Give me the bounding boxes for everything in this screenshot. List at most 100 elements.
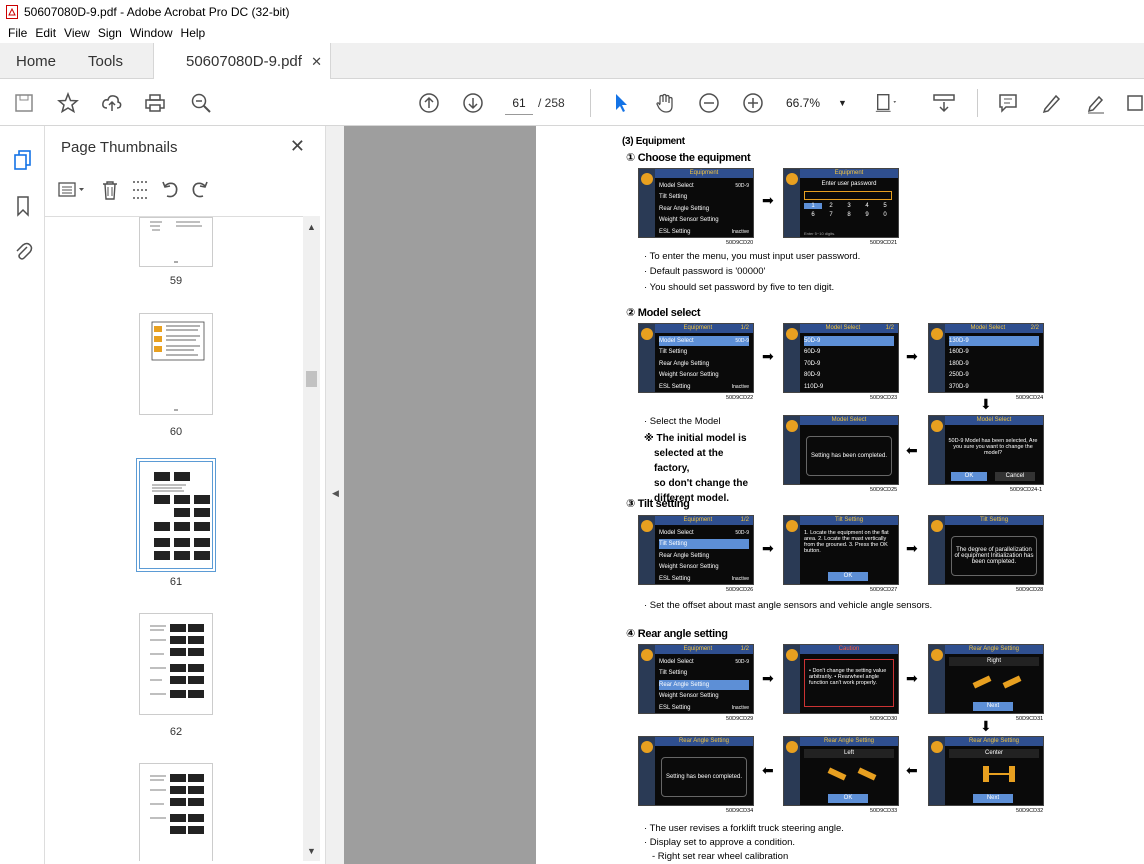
figure-caption: 50D9CD20: [726, 240, 754, 246]
screen-model-confirm: Model Select 50D-9 Model has been select…: [928, 415, 1044, 485]
tab-bar: Home Tools 50607080D-9.pdf ✕: [0, 43, 1144, 80]
acrobat-icon: [6, 4, 18, 19]
arrow-left-icon: ⬅: [762, 762, 774, 778]
page-total: / 258: [538, 96, 565, 110]
page-thumbnail-63[interactable]: [139, 763, 213, 861]
zoom-level: 66.7%: [786, 96, 821, 110]
menu-view[interactable]: View: [60, 26, 94, 40]
document-view[interactable]: (3) Equipment ① Choose the equipment Equ…: [344, 126, 1144, 864]
menu-help[interactable]: Help: [177, 26, 210, 40]
menu-window[interactable]: Window: [126, 26, 177, 40]
upload-cloud-icon[interactable]: [100, 91, 124, 115]
panel-title: Page Thumbnails: [61, 139, 178, 156]
subsection-1: ① Choose the equipment: [626, 152, 751, 164]
scrollbar-thumb[interactable]: [306, 371, 317, 387]
page-thumbnail-59[interactable]: [139, 217, 213, 267]
bullet-text: · The user revises a forklift truck stee…: [644, 823, 844, 834]
menu-sign[interactable]: Sign: [94, 26, 126, 40]
divider: [590, 89, 591, 117]
subsection-2: ② Model select: [626, 307, 701, 319]
comment-icon[interactable]: [996, 91, 1020, 115]
close-icon[interactable]: ✕: [290, 136, 305, 157]
figure-caption: 50D9CD23: [870, 395, 898, 401]
crop-page-icon[interactable]: [125, 177, 155, 203]
figure-caption: 50D9CD27: [870, 587, 898, 593]
page-thumbnail-61[interactable]: [136, 458, 216, 572]
page-thumbnail-60[interactable]: [139, 313, 213, 415]
bullet-text: · Set the offset about mast angle sensor…: [644, 600, 933, 611]
more-tools-icon[interactable]: [1124, 91, 1144, 115]
arrow-left-icon: ⬅: [906, 762, 918, 778]
thumbnail-label: 62: [169, 726, 183, 738]
print-icon[interactable]: [143, 91, 167, 115]
save-icon[interactable]: [12, 91, 36, 115]
thumbnail-options-icon[interactable]: [57, 177, 87, 203]
tab-tools[interactable]: Tools: [88, 43, 123, 79]
rotate-left-icon[interactable]: [155, 177, 185, 203]
scroll-mode-icon[interactable]: [932, 91, 956, 115]
subsection-3: ③ Tilt setting: [626, 498, 690, 510]
sign-pen-icon[interactable]: [1084, 91, 1108, 115]
zoom-level-select[interactable]: 66.7% ▼: [786, 91, 854, 115]
arrow-right-icon: ➡: [762, 540, 774, 556]
bullet-text: · Display set to approve a condition.: [644, 837, 796, 848]
scroll-down-icon[interactable]: ▼: [307, 846, 316, 856]
wheel-graphic: [827, 767, 877, 781]
screen-model-list-1: Model Select 1/2 50D-9 60D-9 70D-9 80D-9 …: [783, 323, 899, 393]
figure-caption: 50D9CD34: [726, 808, 754, 814]
chevron-down-icon: ▼: [838, 98, 847, 108]
tab-home[interactable]: Home: [16, 43, 56, 79]
zoom-in-icon[interactable]: [741, 91, 765, 115]
collapse-arrow-icon[interactable]: ◀: [332, 488, 339, 499]
arrow-right-icon: ➡: [906, 670, 918, 686]
previous-page-icon[interactable]: [417, 91, 441, 115]
menu-bar: File Edit View Sign Window Help: [0, 23, 1144, 43]
scroll-up-icon[interactable]: ▲: [307, 222, 316, 232]
page-fit-icon[interactable]: [874, 91, 898, 115]
screen-rear-done: Rear Angle Setting Setting has been comp…: [638, 736, 754, 806]
figure-caption: 50D9CD28: [1016, 587, 1044, 593]
thumbnail-scrollbar[interactable]: ▲ ▼: [303, 216, 320, 861]
zoom-out-icon[interactable]: [697, 91, 721, 115]
wheel-graphic: [972, 675, 1022, 689]
bookmark-star-icon[interactable]: [56, 91, 80, 115]
figure-caption: 50D9CD21: [870, 240, 898, 246]
collapse-panel-bar[interactable]: ◀: [325, 126, 344, 864]
figure-caption: 50D9CD30: [870, 716, 898, 722]
navigation-rail: [0, 126, 45, 864]
thumbnail-label: 61: [169, 576, 183, 588]
bullet-text: · You should set password by five to ten…: [644, 282, 835, 293]
arrow-left-icon: ⬅: [906, 442, 918, 458]
note-text: ※ The initial model is selected at the fa…: [644, 433, 749, 504]
tab-document-label: 50607080D-9.pdf: [186, 53, 302, 70]
rotate-right-icon[interactable]: [185, 177, 215, 203]
attachments-icon[interactable]: [11, 240, 35, 264]
menu-edit[interactable]: Edit: [31, 26, 60, 40]
delete-page-icon[interactable]: [95, 177, 125, 203]
figure-caption: 50D9CD25: [870, 487, 898, 493]
figure-caption: 50D9CD32: [1016, 808, 1044, 814]
figure-caption: 50D9CD24: [1016, 395, 1044, 401]
screen-caution: Caution • Don't change the setting value…: [783, 644, 899, 714]
arrow-right-icon: ➡: [906, 348, 918, 364]
page-number-input[interactable]: 61: [505, 91, 533, 115]
page-thumbnails-icon[interactable]: [11, 148, 35, 172]
menu-file[interactable]: File: [4, 26, 31, 40]
figure-caption: 50D9CD22: [726, 395, 754, 401]
thumbnail-label: 59: [169, 275, 183, 287]
screen-equipment-menu-rear: Equipment 1/2 Model Select 50D-9 Tilt Sett…: [638, 644, 754, 714]
hand-tool-icon[interactable]: [653, 91, 677, 115]
next-page-icon[interactable]: [461, 91, 485, 115]
arrow-right-icon: ➡: [906, 540, 918, 556]
close-tab-icon[interactable]: ✕: [311, 54, 322, 70]
zoom-search-icon[interactable]: [189, 91, 213, 115]
tab-document[interactable]: 50607080D-9.pdf ✕: [153, 43, 331, 80]
bullet-text: · Select the Model: [644, 416, 721, 427]
page-thumbnail-62[interactable]: [139, 613, 213, 715]
bookmarks-icon[interactable]: [11, 194, 35, 218]
highlight-pen-icon[interactable]: [1040, 91, 1064, 115]
bullet-text: · Default password is '00000': [644, 266, 766, 277]
pdf-page: (3) Equipment ① Choose the equipment Equ…: [536, 126, 1144, 864]
select-cursor-icon[interactable]: [609, 91, 633, 115]
toolbar: 61 / 258 66.7% ▼: [0, 79, 1144, 126]
